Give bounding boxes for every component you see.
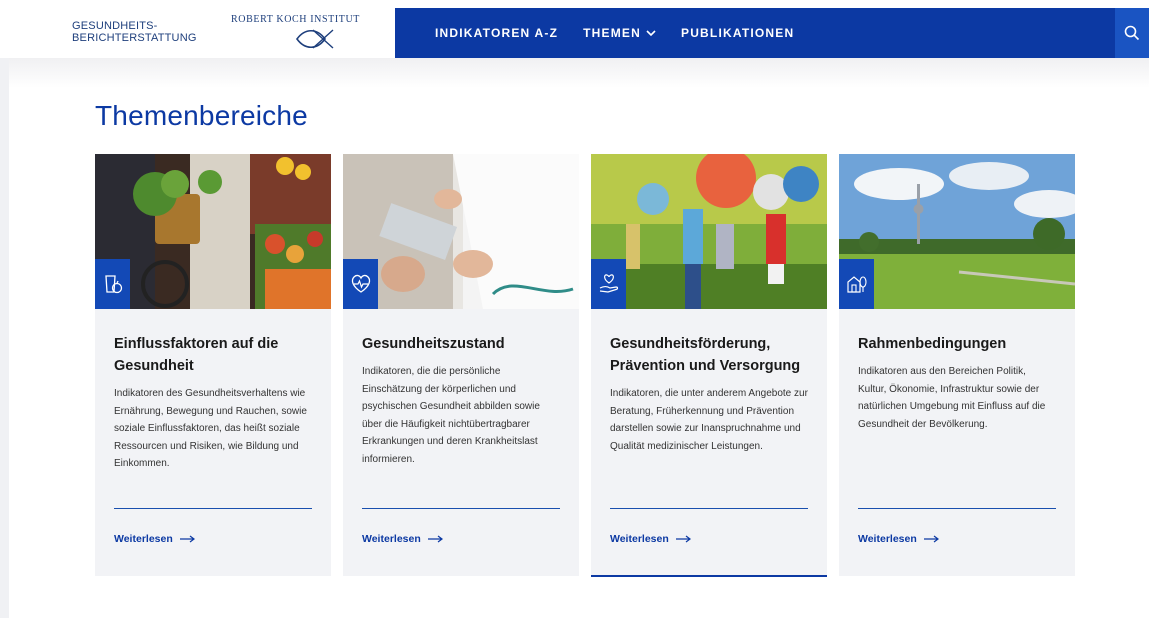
weiterlesen-link[interactable]: Weiterlesen	[362, 533, 444, 545]
rki-logo-mark-icon	[296, 29, 334, 49]
search-icon	[1124, 25, 1140, 41]
card-title: Gesundheitsförderung, Prävention und Ver…	[610, 336, 801, 374]
card-image-park	[839, 154, 1075, 309]
card-body: Gesundheitsförderung, Prävention und Ver…	[591, 309, 827, 455]
park-photo	[839, 154, 1075, 309]
page-title: Themenbereiche	[95, 100, 308, 131]
search-button[interactable]	[1115, 8, 1149, 58]
card-divider	[362, 508, 560, 509]
card-title: Rahmenbedingungen	[858, 336, 1007, 352]
card-divider	[610, 508, 808, 509]
market-photo	[95, 154, 331, 309]
hand-heart-icon	[591, 259, 626, 309]
card-text: Indikatoren des Gesundheitsverhaltens wi…	[114, 388, 307, 469]
card-text: Indikatoren aus den Bereichen Politik, K…	[858, 366, 1046, 430]
left-edge	[0, 58, 9, 618]
nav-indikatoren-label: INDIKATOREN A-Z	[435, 26, 559, 40]
topic-cards: Einflussfaktoren auf die Gesundheit Indi…	[95, 154, 1075, 577]
card-image-market	[95, 154, 331, 309]
card-text: Indikatoren, die die persönliche Einschä…	[362, 366, 540, 465]
gbe-logo[interactable]: GESUNDHEITS- BERICHTERSTATTUNG	[72, 20, 197, 44]
card-divider	[858, 508, 1056, 509]
house-tree-icon	[839, 259, 874, 309]
card-image-doctor	[343, 154, 579, 309]
card-divider	[114, 508, 312, 509]
weiterlesen-label: Weiterlesen	[858, 533, 917, 545]
gbe-logo-line2: BERICHTERSTATTUNG	[72, 32, 197, 44]
card-title: Einflussfaktoren auf die Gesundheit	[114, 336, 279, 374]
doctor-photo	[343, 154, 579, 309]
logo-area[interactable]: GESUNDHEITS- BERICHTERSTATTUNG ROBERT KO…	[9, 8, 395, 58]
chevron-down-icon	[646, 29, 656, 36]
nav-themen[interactable]: THEMEN	[583, 26, 656, 40]
page: GESUNDHEITS- BERICHTERSTATTUNG ROBERT KO…	[0, 0, 1149, 618]
topic-card-rahmenbedingungen[interactable]: Rahmenbedingungen Indikatoren aus den Be…	[839, 154, 1075, 576]
nav-themen-label: THEMEN	[583, 26, 641, 40]
food-basket-icon	[95, 259, 130, 309]
nav-publikationen-label: PUBLIKATIONEN	[680, 26, 795, 40]
weiterlesen-label: Weiterlesen	[362, 533, 421, 545]
arrow-right-icon	[179, 535, 195, 543]
site-header: GESUNDHEITS- BERICHTERSTATTUNG ROBERT KO…	[9, 8, 1149, 58]
nav-indikatoren[interactable]: INDIKATOREN A-Z	[435, 26, 558, 40]
nav-publikationen[interactable]: PUBLIKATIONEN	[681, 26, 794, 40]
card-text: Indikatoren, die unter anderem Angebote …	[610, 388, 808, 452]
weiterlesen-label: Weiterlesen	[114, 533, 173, 545]
card-image-exercise	[591, 154, 827, 309]
card-title: Gesundheitszustand	[362, 336, 505, 352]
heart-pulse-icon	[343, 259, 378, 309]
topic-card-gesundheitsfoerderung[interactable]: Gesundheitsförderung, Prävention und Ver…	[591, 154, 827, 577]
exercise-photo	[591, 154, 827, 309]
weiterlesen-link[interactable]: Weiterlesen	[858, 533, 940, 545]
main-nav: INDIKATOREN A-Z THEMEN PUBLIKATIONEN	[395, 8, 1149, 58]
weiterlesen-link[interactable]: Weiterlesen	[610, 533, 692, 545]
topic-card-einflussfaktoren[interactable]: Einflussfaktoren auf die Gesundheit Indi…	[95, 154, 331, 576]
arrow-right-icon	[675, 535, 691, 543]
header-shadow-band	[9, 58, 1149, 88]
weiterlesen-link[interactable]: Weiterlesen	[114, 533, 196, 545]
rki-logo-text[interactable]: ROBERT KOCH INSTITUT	[231, 14, 360, 25]
card-body: Gesundheitszustand Indikatoren, die die …	[343, 309, 579, 468]
weiterlesen-label: Weiterlesen	[610, 533, 669, 545]
topic-card-gesundheitszustand[interactable]: Gesundheitszustand Indikatoren, die die …	[343, 154, 579, 576]
card-body: Rahmenbedingungen Indikatoren aus den Be…	[839, 309, 1075, 433]
gbe-logo-line1: GESUNDHEITS-	[72, 20, 158, 32]
arrow-right-icon	[427, 535, 443, 543]
card-body: Einflussfaktoren auf die Gesundheit Indi…	[95, 309, 331, 473]
arrow-right-icon	[923, 535, 939, 543]
